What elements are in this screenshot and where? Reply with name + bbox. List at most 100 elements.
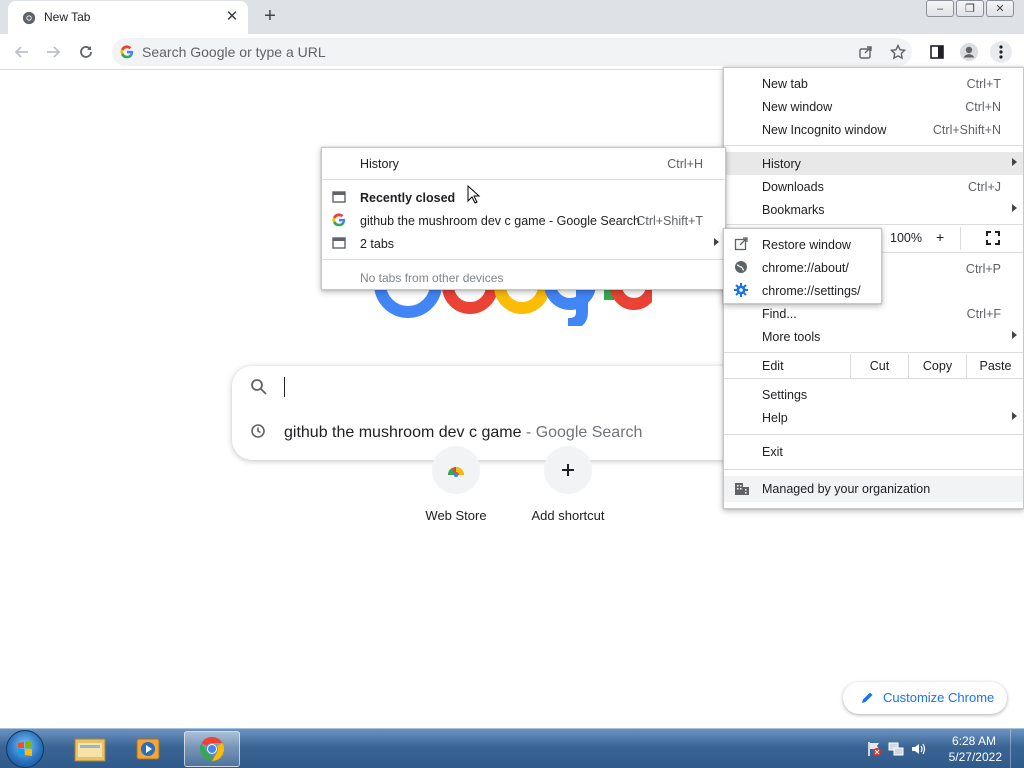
web-store-icon	[432, 446, 480, 494]
menu-separator	[724, 224, 1023, 225]
history-submenu: History Ctrl+H Recently closed github th…	[321, 147, 726, 290]
menu-separator	[724, 434, 1023, 435]
kebab-menu-icon[interactable]	[990, 41, 1012, 63]
text-caret	[284, 377, 285, 397]
menu-item-new-incognito[interactable]: New Incognito window Ctrl+Shift+N	[724, 118, 1023, 141]
menu-label: New window	[762, 100, 833, 114]
menu-separator	[724, 145, 1023, 146]
cut-button[interactable]: Cut	[850, 354, 908, 378]
menu-item-new-window[interactable]: New window Ctrl+N	[724, 95, 1023, 118]
menu-label: More tools	[762, 330, 821, 344]
customize-chrome-button[interactable]: Customize Chrome	[843, 682, 1007, 714]
reload-icon[interactable]	[75, 41, 97, 63]
two-tabs-submenu: Restore window chrome://about/ chrome://…	[723, 228, 882, 304]
menu-item-managed[interactable]: Managed by your organization	[724, 476, 1023, 502]
side-panel-icon[interactable]	[926, 41, 948, 63]
network-icon[interactable]	[888, 741, 904, 757]
zoom-level: 100%	[890, 231, 922, 245]
menu-separator	[322, 179, 725, 180]
show-desktop-button[interactable]	[1010, 729, 1024, 768]
menu-label: History	[762, 157, 801, 171]
zoom-in-button[interactable]: +	[936, 229, 944, 245]
back-icon[interactable]	[11, 41, 33, 63]
menu-item-new-tab[interactable]: New tab Ctrl+T	[724, 72, 1023, 95]
customize-chrome-label: Customize Chrome	[883, 690, 995, 705]
taskbar-explorer[interactable]	[62, 731, 118, 767]
menu-label: Recently closed	[360, 191, 456, 205]
menu-item-bookmarks[interactable]: Bookmarks	[724, 198, 1023, 221]
menu-item-help[interactable]: Help	[724, 406, 1023, 429]
menu-label: Find...	[762, 307, 797, 321]
copy-button[interactable]: Copy	[908, 354, 966, 378]
menu-label: No tabs from other devices	[360, 271, 504, 285]
edit-label: Edit	[762, 359, 784, 373]
clock-time[interactable]: 6:28 AM	[952, 734, 996, 748]
menu-label: chrome://settings/	[762, 284, 861, 298]
history-item-history[interactable]: History Ctrl+H	[322, 152, 725, 175]
shortcut-web-store[interactable]: Web Store	[400, 446, 512, 536]
history-no-other-devices: No tabs from other devices	[322, 266, 725, 289]
shortcut-add[interactable]: Add shortcut	[512, 446, 624, 536]
menu-accelerator: Ctrl+Shift+T	[636, 214, 703, 228]
tab-strip: New Tab ✕ + ‒ ❐ ✕	[0, 0, 1024, 34]
menu-item-find[interactable]: Find... Ctrl+F	[724, 302, 1023, 325]
submenu-arrow-icon	[1012, 204, 1017, 212]
zoom-divider	[960, 227, 961, 250]
taskbar-media-player[interactable]	[120, 731, 176, 767]
menu-accelerator: Ctrl+J	[968, 180, 1001, 194]
submenu-arrow-icon	[714, 238, 719, 246]
chrome-logo-icon	[199, 737, 225, 761]
menu-accelerator: Ctrl+P	[965, 262, 1001, 276]
mouse-cursor-icon	[467, 185, 481, 204]
menu-item-history[interactable]: History	[724, 152, 1023, 175]
share-icon[interactable]	[855, 41, 877, 63]
menu-label: New Incognito window	[762, 123, 887, 137]
submenu-item-restore-window[interactable]: Restore window	[724, 233, 881, 256]
menu-separator	[724, 378, 1023, 379]
menu-label: New tab	[762, 77, 808, 91]
submenu-item-about[interactable]: chrome://about/	[724, 256, 881, 279]
bookmark-star-icon[interactable]	[887, 41, 909, 63]
start-button[interactable]	[6, 730, 44, 768]
menu-item-exit[interactable]: Exit	[724, 440, 1023, 463]
volume-icon[interactable]	[910, 741, 926, 757]
toolbar: Search Google or type a URL	[0, 34, 1024, 70]
submenu-arrow-icon	[1012, 158, 1017, 166]
fullscreen-icon[interactable]	[986, 231, 1000, 245]
suggestion-query: github the mushroom dev c game	[284, 424, 522, 441]
plus-icon	[544, 446, 592, 494]
taskbar-chrome[interactable]	[184, 731, 240, 767]
gear-icon	[734, 283, 748, 297]
action-center-flag-icon[interactable]	[866, 741, 882, 757]
tab-window-icon	[332, 191, 346, 203]
menu-edit-row: Edit Cut Copy Paste	[724, 354, 1023, 378]
profile-avatar-icon[interactable]	[958, 41, 980, 63]
open-external-icon	[734, 237, 748, 251]
submenu-arrow-icon	[1012, 331, 1017, 339]
history-item-closed-page[interactable]: github the mushroom dev c game - Google …	[322, 209, 725, 232]
search-icon	[251, 379, 267, 395]
building-icon	[735, 483, 749, 495]
menu-separator	[724, 352, 1023, 353]
tab-close-icon[interactable]: ✕	[224, 9, 240, 25]
forward-icon[interactable]	[42, 41, 64, 63]
menu-item-more-tools[interactable]: More tools	[724, 325, 1023, 348]
globe-icon	[735, 261, 747, 273]
menu-item-settings[interactable]: Settings	[724, 383, 1023, 406]
clock-date[interactable]: 5/27/2022	[949, 750, 1002, 764]
submenu-item-settings[interactable]: chrome://settings/	[724, 279, 881, 302]
menu-separator	[322, 259, 725, 260]
close-window-button[interactable]: ✕	[986, 0, 1014, 17]
menu-label: chrome://about/	[762, 261, 849, 275]
omnibox[interactable]: Search Google or type a URL	[112, 38, 912, 66]
suggestion-suffix: - Google Search	[521, 424, 643, 441]
new-tab-button[interactable]: +	[258, 6, 282, 28]
history-item-two-tabs[interactable]: 2 tabs	[322, 232, 725, 255]
tab-new-tab[interactable]: New Tab ✕	[8, 1, 248, 34]
minimize-button[interactable]: ‒	[926, 0, 954, 17]
media-player-icon	[136, 738, 160, 760]
menu-item-downloads[interactable]: Downloads Ctrl+J	[724, 175, 1023, 198]
paste-button[interactable]: Paste	[966, 354, 1024, 378]
restore-button[interactable]: ❐	[956, 0, 984, 17]
search-suggestion[interactable]: github the mushroom dev c game - Google …	[284, 424, 642, 442]
